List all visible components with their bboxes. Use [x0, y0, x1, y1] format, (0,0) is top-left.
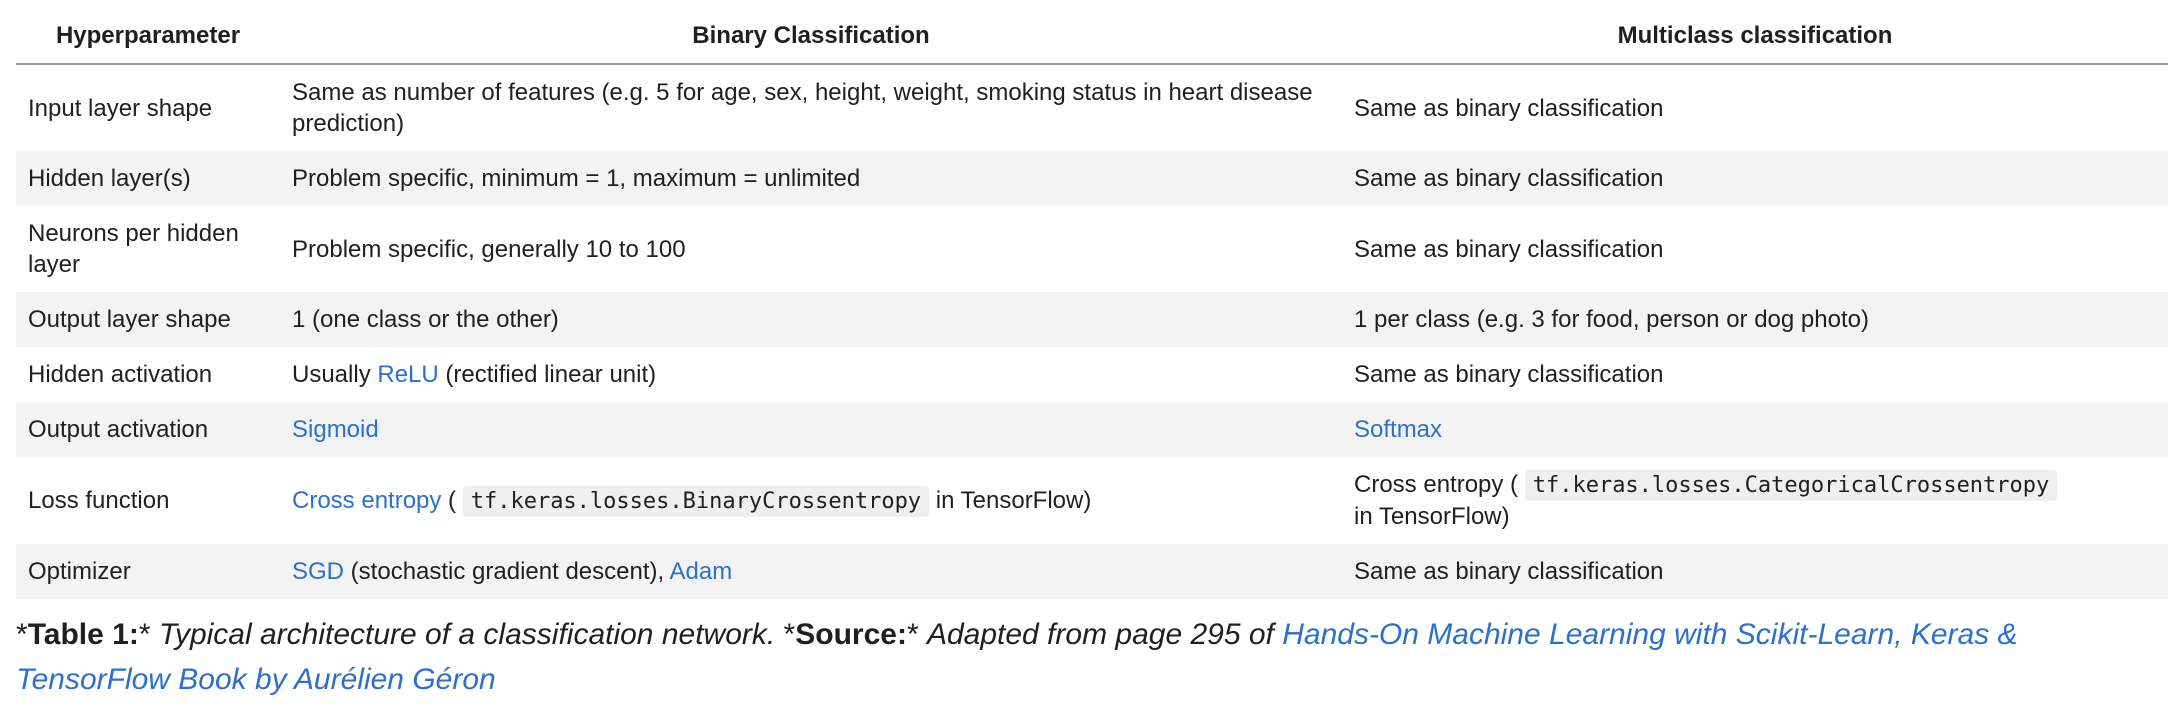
binary-cell: Usually ReLU (rectified linear unit)	[280, 347, 1342, 402]
table-row: Output layer shape 1 (one class or the o…	[16, 292, 2168, 347]
caption-table-label: Table 1:	[27, 618, 139, 651]
multiclass-text: in TensorFlow)	[1354, 503, 1510, 530]
param-cell: Input layer shape	[28, 94, 213, 122]
header-hyperparameter: Hyperparameter	[16, 12, 280, 65]
binary-cell: Cross entropy ( tf.keras.losses.BinaryCr…	[280, 457, 1342, 544]
binary-cell: Problem specific, generally 10 to 100	[292, 235, 686, 263]
multiclass-cell: Same as binary classification	[1342, 544, 2168, 599]
table-row: Hidden layer(s) Problem specific, minimu…	[16, 151, 2168, 206]
caption-table-text: Typical architecture of a classification…	[158, 618, 784, 651]
multiclass-cell: Same as binary classification	[1354, 235, 1664, 263]
table-row: Neurons per hidden layer Problem specifi…	[16, 206, 2168, 292]
param-cell: Output layer shape	[16, 292, 280, 347]
header-multiclass-classification: Multiclass classification	[1342, 12, 2168, 65]
param-cell: Hidden activation	[28, 361, 213, 388]
softmax-link[interactable]: Softmax	[1354, 416, 1442, 443]
multiclass-cell: 1 per class (e.g. 3 for food, person or …	[1342, 292, 2168, 347]
multiclass-text: Cross entropy (	[1354, 471, 1525, 498]
param-cell: Loss function	[28, 487, 170, 514]
binary-text: Usually	[292, 361, 378, 388]
multiclass-cell: Same as binary classification	[1354, 94, 1664, 122]
param-cell: Output activation	[16, 402, 280, 457]
table-row: Optimizer SGD (stochastic gradient desce…	[16, 544, 2168, 599]
caption-star: *	[16, 618, 28, 651]
table-row: Input layer shape Same as number of feat…	[16, 64, 2168, 151]
binary-text: (stochastic gradient descent),	[344, 558, 670, 585]
table-header-row: Hyperparameter Binary Classification Mul…	[16, 12, 2168, 65]
caption-star: *	[783, 618, 796, 651]
binary-cell: Same as number of features (e.g. 5 for a…	[292, 79, 1313, 137]
binary-text: (rectified linear unit)	[438, 361, 657, 388]
categorical-crossentropy-code: tf.keras.losses.CategoricalCrossentropy	[1524, 470, 2058, 501]
table-row: Output activation Sigmoid Softmax	[16, 402, 2168, 457]
param-cell: Optimizer	[16, 544, 280, 599]
relu-link[interactable]: ReLU	[377, 361, 438, 388]
caption-star: *	[138, 618, 159, 651]
adam-link[interactable]: Adam	[670, 558, 733, 585]
table-row: Loss function Cross entropy ( tf.keras.l…	[16, 457, 2168, 544]
multiclass-cell: Same as binary classification	[1342, 151, 2168, 206]
binary-cell: Problem specific, minimum = 1, maximum =…	[280, 151, 1342, 206]
binary-text: (	[441, 486, 463, 514]
table-caption: *Table 1:* Typical architecture of a cla…	[16, 612, 2166, 702]
sigmoid-link[interactable]: Sigmoid	[292, 416, 379, 443]
binary-text: in TensorFlow)	[929, 486, 1092, 514]
binary-cell: 1 (one class or the other)	[280, 292, 1342, 347]
param-cell: Neurons per hidden layer	[28, 220, 239, 278]
caption-source-text: Adapted from page 295 of	[926, 618, 1283, 651]
table-container: Hyperparameter Binary Classification Mul…	[16, 12, 2168, 599]
binary-cell: SGD (stochastic gradient descent), Adam	[280, 544, 1342, 599]
caption-star: *	[906, 618, 927, 651]
sgd-link[interactable]: SGD	[292, 558, 344, 585]
multiclass-cell: Cross entropy ( tf.keras.losses.Categori…	[1342, 457, 2168, 544]
multiclass-cell: Same as binary classification	[1354, 361, 1664, 388]
multiclass-cell: Softmax	[1342, 402, 2168, 457]
header-binary-classification: Binary Classification	[280, 12, 1342, 65]
param-cell: Hidden layer(s)	[16, 151, 280, 206]
table-row: Hidden activation Usually ReLU (rectifie…	[16, 347, 2168, 402]
binary-crossentropy-code: tf.keras.losses.BinaryCrossentropy	[462, 485, 930, 517]
cross-entropy-link[interactable]: Cross entropy	[292, 487, 441, 514]
binary-cell: Sigmoid	[280, 402, 1342, 457]
caption-source-label: Source:	[795, 618, 907, 651]
hyperparameter-table: Hyperparameter Binary Classification Mul…	[16, 12, 2168, 599]
